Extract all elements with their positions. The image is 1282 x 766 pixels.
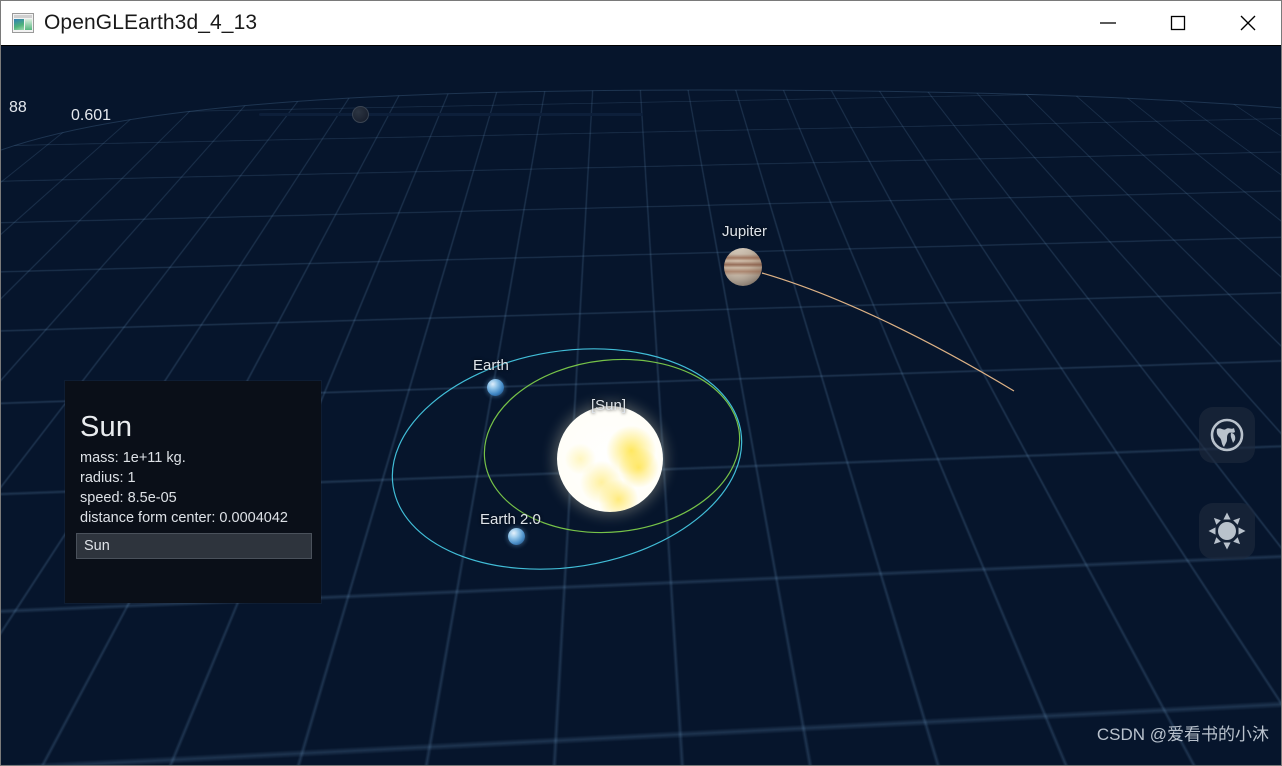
- label-earth-2: Earth 2.0: [480, 511, 541, 528]
- body-earth[interactable]: [487, 379, 504, 396]
- maximize-button[interactable]: [1143, 1, 1213, 45]
- label-jupiter: Jupiter: [722, 223, 768, 240]
- minimize-button[interactable]: [1073, 1, 1143, 45]
- time-scale-slider[interactable]: [259, 106, 643, 124]
- hud-value-readout: 0.601: [71, 107, 112, 124]
- focus-earth-button[interactable]: [1199, 407, 1255, 463]
- info-line-mass: mass: 1e+11 kg.: [80, 450, 186, 466]
- title-bar: OpenGLEarth3d_4_13: [1, 1, 1281, 46]
- sun-icon: [1208, 512, 1246, 550]
- application-window: OpenGLEarth3d_4_13 Jupiter Earth [Sun] E…: [0, 0, 1282, 766]
- body-jupiter[interactable]: [724, 248, 762, 286]
- app-window-image-icon: [12, 13, 34, 33]
- object-name-field-value: Sun: [84, 538, 110, 554]
- close-icon: [1240, 15, 1256, 31]
- watermark: CSDN @爱看书的小沐: [1096, 725, 1269, 744]
- info-line-speed: speed: 8.5e-05: [80, 490, 177, 506]
- label-earth: Earth: [473, 357, 509, 374]
- info-line-distance: distance form center: 0.0004042: [80, 510, 288, 526]
- info-panel-title: Sun: [80, 411, 133, 443]
- object-name-field[interactable]: Sun: [76, 533, 312, 559]
- focus-sun-button[interactable]: [1199, 503, 1255, 559]
- window-title: OpenGLEarth3d_4_13: [44, 11, 258, 34]
- info-line-radius: radius: 1: [80, 470, 136, 486]
- maximize-icon: [1170, 15, 1186, 31]
- close-button[interactable]: [1213, 1, 1281, 45]
- earth-globe-icon: [1210, 418, 1244, 452]
- window-controls: [1073, 1, 1281, 45]
- slider-track[interactable]: [259, 113, 643, 116]
- slider-handle[interactable]: [352, 106, 369, 123]
- body-earth-2[interactable]: [508, 528, 525, 545]
- label-sun: [Sun]: [591, 397, 627, 414]
- gl-viewport[interactable]: Jupiter Earth [Sun] Earth 2.0 88 0.601 S…: [1, 46, 1281, 765]
- fps-counter: 88: [9, 99, 27, 116]
- info-panel-properties: mass: 1e+11 kg. radius: 1 speed: 8.5e-05…: [80, 448, 316, 528]
- trail-jupiter: [761, 272, 1015, 392]
- body-sun[interactable]: [557, 406, 663, 512]
- minimize-icon: [1100, 22, 1116, 24]
- object-info-panel: Sun mass: 1e+11 kg. radius: 1 speed: 8.5…: [65, 381, 321, 603]
